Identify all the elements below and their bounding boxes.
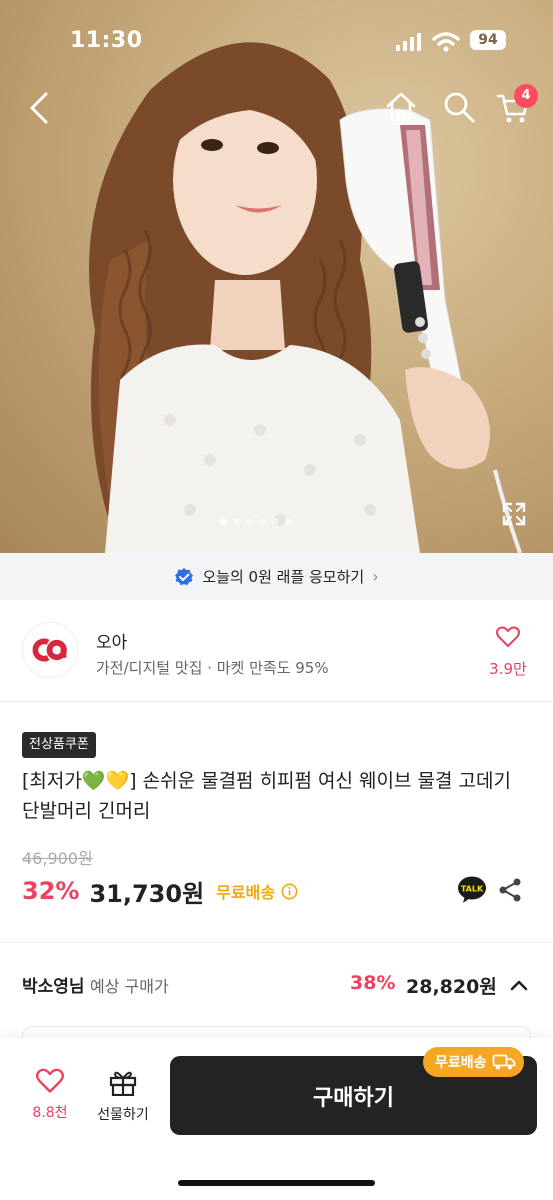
home-indicator xyxy=(178,1180,375,1186)
coupon-tag: 전상품쿠폰 xyxy=(22,732,96,758)
truck-icon xyxy=(492,1054,515,1070)
seller-name: 오아 xyxy=(96,633,128,653)
seller-meta: 가전/디지털 맛집 · 마켓 만족도 95% xyxy=(96,659,329,677)
share-icon[interactable] xyxy=(497,877,523,903)
product-image[interactable]: 11:30 94 4 xyxy=(0,0,553,553)
seller-info[interactable]: 오아 가전/디지털 맛집 · 마켓 만족도 95% 3.9만 xyxy=(0,600,553,702)
expected-discount: 38% xyxy=(350,972,396,994)
expected-price-label: 예상 구매가 xyxy=(90,977,169,996)
cart-count-badge: 4 xyxy=(514,84,538,108)
wifi-icon xyxy=(432,32,460,52)
bottom-action-bar: 8.8천 선물하기 구매하기 무료배송 xyxy=(0,1038,553,1200)
raffle-text: 오늘의 0원 래플 응모하기 xyxy=(202,568,365,586)
info-icon[interactable] xyxy=(281,883,298,900)
battery-indicator: 94 xyxy=(470,30,506,50)
product-photo xyxy=(89,42,522,553)
gift-button[interactable]: 선물하기 xyxy=(90,1068,156,1124)
carousel-dots xyxy=(220,518,292,525)
chevron-right-icon: › xyxy=(372,567,379,586)
signal-icon xyxy=(396,33,421,51)
wishlist-count: 8.8천 xyxy=(32,1105,68,1121)
verified-badge-icon xyxy=(175,567,194,585)
expected-price: 28,820원 xyxy=(406,976,497,998)
chevron-up-icon[interactable] xyxy=(508,974,530,996)
price-row: 32% 31,730원 무료배송 xyxy=(22,874,298,908)
expected-price-row[interactable]: 박소영님 예상 구매가 38% 28,820원 xyxy=(22,972,532,1000)
seller-logo xyxy=(22,622,78,678)
home-icon[interactable] xyxy=(384,90,418,124)
free-shipping-badge: 무료배송 xyxy=(423,1047,524,1077)
svg-text:TALK: TALK xyxy=(461,885,484,894)
gift-label: 선물하기 xyxy=(97,1107,149,1123)
wishlist-button[interactable]: 8.8천 xyxy=(22,1068,78,1122)
heart-icon xyxy=(36,1068,64,1093)
free-shipping-badge-text: 무료배송 xyxy=(435,1055,487,1071)
status-bar: 11:30 94 xyxy=(0,0,553,80)
original-price: 46,900원 xyxy=(22,849,93,868)
section-divider xyxy=(0,942,553,943)
sale-price: 31,730원 xyxy=(89,879,205,908)
product-title: [최저가💚💛] 손쉬운 물결펌 히피펌 여신 웨이브 물결 고데기 단발머리 긴… xyxy=(22,770,511,822)
seller-like-button[interactable]: 3.9만 xyxy=(480,626,536,679)
kakaotalk-icon[interactable]: TALK xyxy=(457,876,487,904)
seller-like-count: 3.9만 xyxy=(489,660,527,678)
back-icon[interactable] xyxy=(26,90,52,126)
discount-rate: 32% xyxy=(22,877,80,905)
search-icon[interactable] xyxy=(442,90,476,124)
expand-icon[interactable] xyxy=(500,500,528,528)
raffle-banner[interactable]: 오늘의 0원 래플 응모하기 › xyxy=(0,553,553,600)
heart-icon xyxy=(496,626,520,647)
free-shipping-label: 무료배송 xyxy=(216,883,276,902)
user-name: 박소영님 xyxy=(22,977,85,997)
status-time: 11:30 xyxy=(70,28,143,53)
gift-icon xyxy=(109,1071,137,1097)
